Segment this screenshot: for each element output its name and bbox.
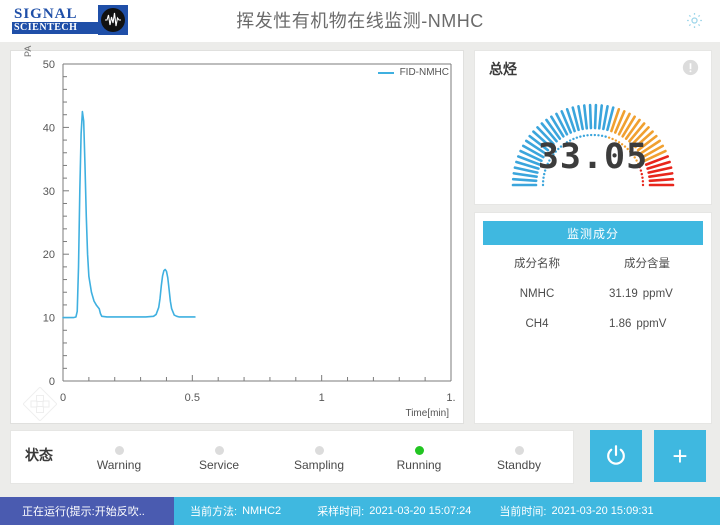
component-value: 1.86 bbox=[609, 318, 632, 330]
gear-icon[interactable] bbox=[685, 11, 704, 30]
gauge-panel: 总烃 33.05 bbox=[474, 50, 712, 205]
component-value: 31.19 bbox=[609, 288, 638, 300]
status-panel: 状态 Warning Service Sampling Running Standby bbox=[10, 430, 574, 484]
y-axis-unit-label: PA bbox=[23, 45, 33, 57]
column-header-value: 成分含量 bbox=[624, 258, 670, 270]
power-button[interactable] bbox=[590, 430, 642, 482]
column-header-name: 成分名称 bbox=[514, 258, 560, 270]
svg-text:30: 30 bbox=[43, 186, 55, 198]
status-dot-icon bbox=[214, 446, 224, 455]
svg-text:10: 10 bbox=[43, 313, 55, 325]
status-item-running[interactable]: Running bbox=[369, 437, 469, 481]
status-item-label: Warning bbox=[96, 458, 142, 472]
gauge-ticks bbox=[511, 103, 675, 187]
status-dot-icon bbox=[114, 446, 124, 455]
svg-text:1.: 1. bbox=[446, 392, 455, 404]
status-item-warning[interactable]: Warning bbox=[69, 437, 169, 481]
current-time: 当前时间: 2021-03-20 15:09:31 bbox=[499, 503, 653, 519]
current-method: 当前方法: NMHC2 bbox=[190, 503, 281, 519]
component-table-columns: 成分名称 成分含量 bbox=[483, 255, 703, 271]
legend-swatch-fid-nmhc bbox=[377, 71, 394, 74]
status-dot-icon bbox=[314, 446, 324, 455]
run-state-text: 正在运行(提示:开始反吹.. bbox=[0, 497, 174, 525]
status-item-standby[interactable]: Standby bbox=[469, 437, 569, 481]
status-item-label: Standby bbox=[496, 458, 542, 472]
svg-text:50: 50 bbox=[43, 59, 55, 71]
component-name: CH4 bbox=[525, 318, 549, 330]
status-indicator-list: Warning Service Sampling Running Standby bbox=[69, 437, 569, 481]
application-window: SIGNAL SCIENTECH 挥发性有机物在线监测-NMHC PA FID-… bbox=[0, 0, 720, 525]
sample-time-label: 采样时间: bbox=[317, 506, 365, 518]
svg-text:1: 1 bbox=[319, 392, 325, 404]
current-method-value: NMHC2 bbox=[242, 505, 282, 517]
status-item-label: Running bbox=[396, 458, 442, 472]
sample-time: 采样时间: 2021-03-20 15:07:24 bbox=[317, 503, 471, 519]
logo-line-signal: SIGNAL bbox=[14, 5, 78, 22]
component-unit: ppmV bbox=[642, 288, 673, 300]
gauge-dial bbox=[475, 67, 711, 202]
status-bar-info: 当前方法: NMHC2 采样时间: 2021-03-20 15:07:24 当前… bbox=[174, 497, 720, 525]
legend-label-fid-nmhc: FID-NMHC bbox=[399, 67, 449, 78]
x-axis-title: Time[min] bbox=[405, 408, 449, 419]
status-item-service[interactable]: Service bbox=[169, 437, 269, 481]
component-value-cell: 31.19 ppmV bbox=[591, 288, 703, 300]
plus-icon: + bbox=[672, 441, 688, 471]
sample-time-value: 2021-03-20 15:07:24 bbox=[369, 505, 472, 517]
status-dot-icon bbox=[414, 446, 424, 455]
svg-text:40: 40 bbox=[43, 122, 55, 134]
chromatogram-panel: PA FID-NMHC 0 10 20 30 40 50 0 0.5 1 1. Time[min] bbox=[10, 46, 464, 424]
component-table-panel: 监测成分 成分名称 成分含量 NMHC 31.19 ppmV CH4 1.86 pp… bbox=[474, 212, 712, 424]
current-method-label: 当前方法: bbox=[190, 506, 238, 518]
current-time-label: 当前时间: bbox=[499, 506, 547, 518]
logo-line-scientech: SCIENTECH bbox=[12, 21, 98, 34]
current-time-value: 2021-03-20 15:09:31 bbox=[551, 505, 654, 517]
chart-legend: FID-NMHC bbox=[377, 67, 449, 78]
status-item-label: Sampling bbox=[293, 458, 345, 472]
component-table-title: 监测成分 bbox=[483, 221, 703, 245]
table-row: NMHC 31.19 ppmV bbox=[483, 288, 703, 300]
svg-text:20: 20 bbox=[43, 249, 55, 261]
component-unit: ppmV bbox=[636, 318, 667, 330]
navigation-pad-icon[interactable] bbox=[22, 386, 58, 422]
status-bar: 正在运行(提示:开始反吹.. 当前方法: NMHC2 采样时间: 2021-03… bbox=[0, 497, 720, 525]
app-header: SIGNAL SCIENTECH 挥发性有机物在线监测-NMHC bbox=[0, 0, 720, 43]
power-icon bbox=[607, 445, 625, 465]
logo-wordmark: SIGNAL SCIENTECH bbox=[12, 5, 98, 35]
status-item-label: Service bbox=[198, 458, 239, 472]
svg-text:0: 0 bbox=[60, 392, 66, 404]
main-content: PA FID-NMHC 0 10 20 30 40 50 0 0.5 1 1. Time[min] bbox=[0, 42, 720, 525]
waveform-icon bbox=[101, 8, 125, 32]
status-dot-icon bbox=[514, 446, 524, 455]
chromatogram-plot[interactable]: 010203040500 0.5 1 1. bbox=[11, 51, 463, 423]
gauge-value: 33.05 bbox=[537, 137, 649, 177]
svg-text:0.5: 0.5 bbox=[185, 392, 200, 404]
logo-badge bbox=[98, 5, 128, 35]
company-logo: SIGNAL SCIENTECH bbox=[12, 5, 130, 35]
table-row: CH4 1.86 ppmV bbox=[483, 318, 703, 330]
component-value-cell: 1.86 ppmV bbox=[591, 318, 703, 330]
status-panel-label: 状态 bbox=[25, 447, 53, 463]
component-name: NMHC bbox=[519, 288, 555, 300]
status-item-sampling[interactable]: Sampling bbox=[269, 437, 369, 481]
add-button[interactable]: + bbox=[654, 430, 706, 482]
